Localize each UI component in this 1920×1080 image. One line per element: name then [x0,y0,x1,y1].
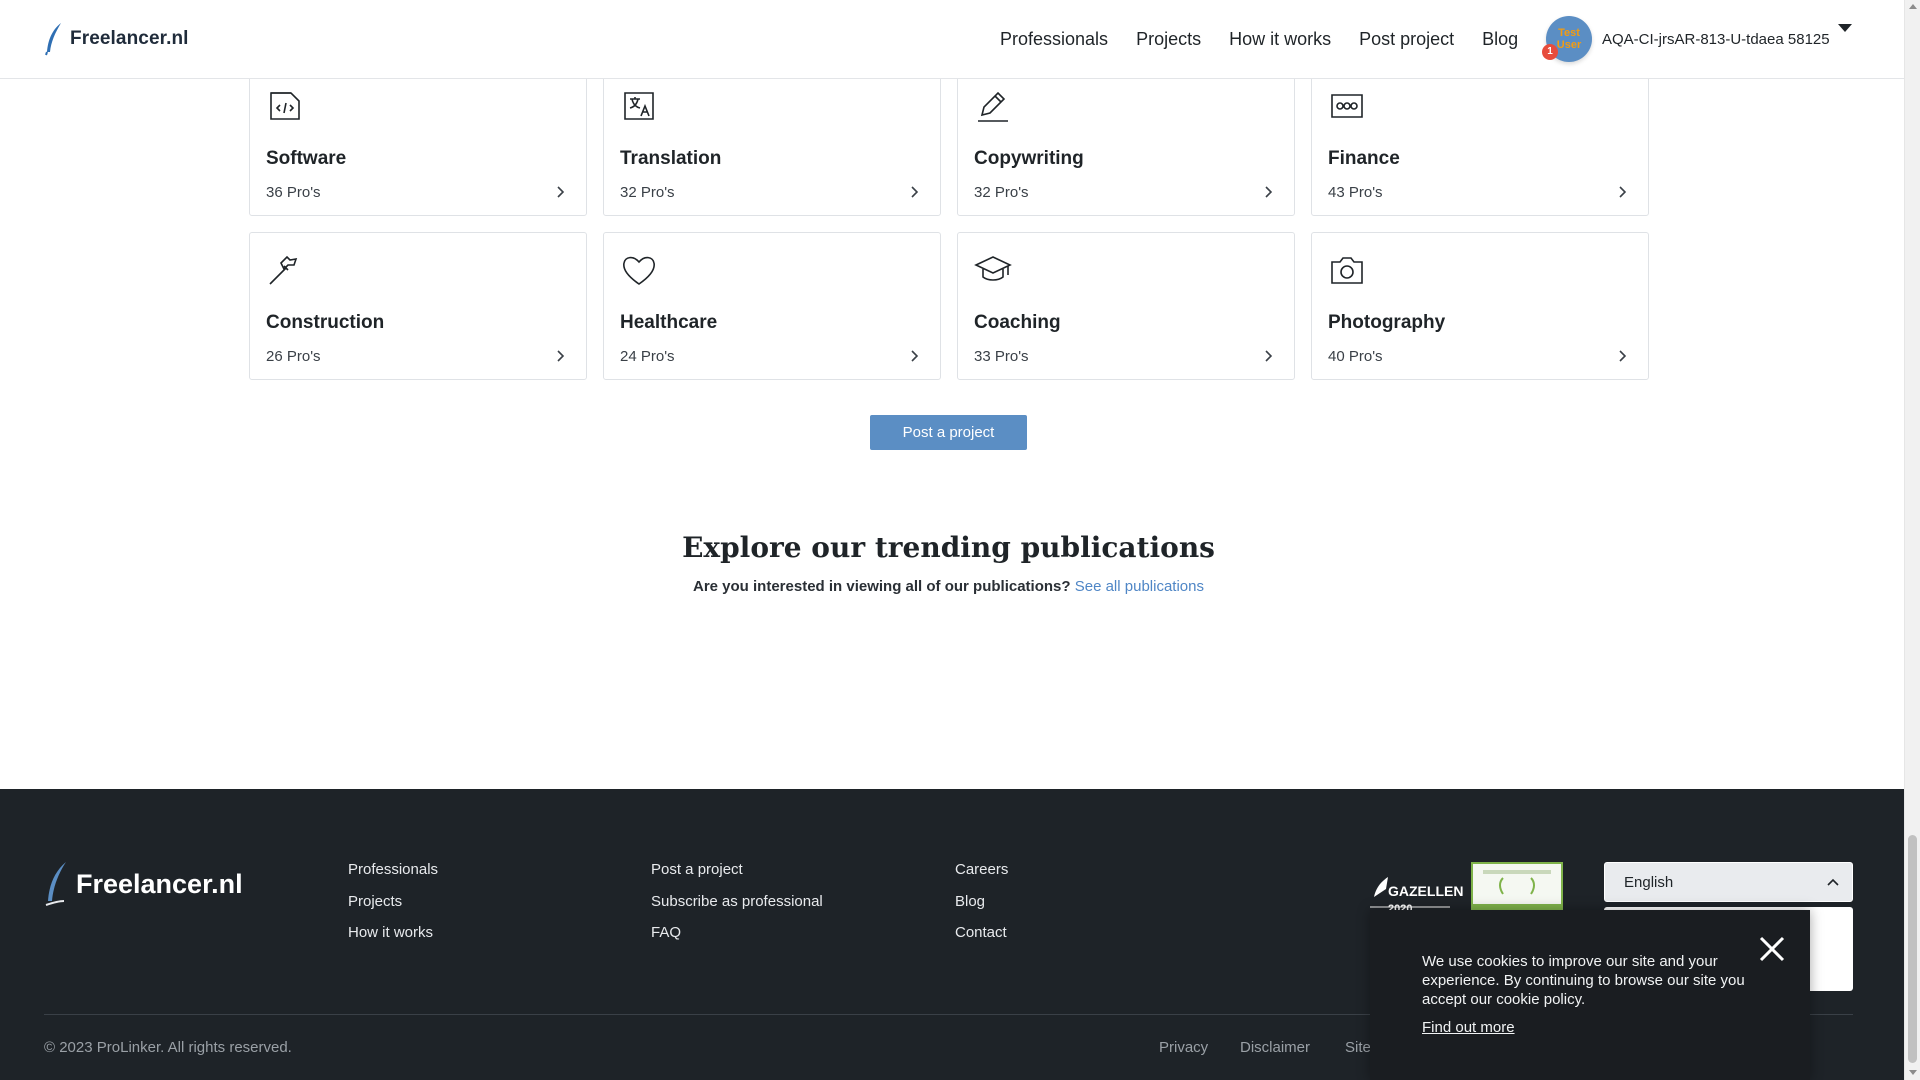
feather-logo-icon [45,23,61,56]
category-card-translation[interactable]: Translation 32 Pro's [603,68,941,216]
category-title: Copywriting [974,148,1084,169]
category-card-coaching[interactable]: Coaching 33 Pro's [957,232,1295,380]
footer-col-1: Professionals Projects How it works [348,861,438,956]
category-card-construction[interactable]: Construction 26 Pro's [249,232,587,380]
user-name: AQA-CI-jrsAR-813-U-tdaea 58125 [1602,30,1830,48]
category-title: Software [266,148,347,169]
translate-icon [624,92,654,120]
cookie-banner: We use cookies to improve our site and y… [1370,910,1810,1080]
laurel-icon [1473,870,1561,910]
feather-logo-icon [45,862,66,906]
footer-link-post-project[interactable]: Post a project [651,861,823,893]
vertical-scrollbar[interactable] [1904,0,1920,1080]
site-logo[interactable]: Freelancer.nl [44,20,189,58]
money-bill-icon [1331,94,1363,118]
close-icon[interactable] [1758,935,1786,963]
camera-icon [1331,257,1363,284]
footer-link-sitemap[interactable]: Site [1345,1039,1371,1056]
scroll-up-icon[interactable] [1909,4,1917,9]
scrollbar-thumb[interactable] [1908,835,1917,1063]
category-card-software[interactable]: Software 36 Pro's [249,68,587,216]
footer-col-3: Careers Blog Contact [955,861,1008,956]
language-value: English [1624,873,1674,891]
footer-link-contact[interactable]: Contact [955,924,1008,956]
scroll-down-icon[interactable] [1909,1070,1917,1075]
footer-logo-text: Freelancer.nl [76,868,243,899]
copyright: © 2023 ProLinker. All rights reserved. [44,1039,292,1056]
footer-link-subscribe[interactable]: Subscribe as professional [651,893,823,925]
avatar[interactable]: Test User 1 [1542,16,1592,62]
nav-projects[interactable]: Projects [1136,29,1201,50]
pencil-icon [978,91,1008,122]
cookie-text: We use cookies to improve our site and y… [1422,953,1745,1008]
nav-how-it-works[interactable]: How it works [1229,29,1331,50]
footer-link-privacy[interactable]: Privacy [1159,1039,1208,1056]
chevron-right-icon [1265,350,1273,362]
footer-link-projects[interactable]: Projects [348,893,438,925]
publications-title: Explore our trending publications [682,531,1215,564]
find-out-more-link[interactable]: Find out more [1422,1019,1515,1036]
category-card-copywriting[interactable]: Copywriting 32 Pro's [957,68,1295,216]
footer-logo[interactable]: Freelancer.nl [44,861,243,907]
hammer-icon [269,255,298,285]
category-card-photography[interactable]: Photography 40 Pro's [1311,232,1649,380]
category-title: Photography [1328,312,1446,333]
user-menu[interactable]: Test User 1 AQA-CI-jrsAR-813-U-tdaea 581… [1542,16,1852,62]
chevron-right-icon [1619,186,1627,198]
category-title: Finance [1328,148,1400,169]
certificate-award [1471,862,1563,912]
nav-blog[interactable]: Blog [1482,29,1518,50]
nav-professionals[interactable]: Professionals [1000,29,1108,50]
award-text: GAZELLEN [1388,883,1464,899]
heart-icon [623,256,655,285]
post-project-button[interactable]: Post a project [870,415,1027,450]
footer-link-careers[interactable]: Careers [955,861,1008,893]
graduation-cap-icon [974,256,1012,281]
see-all-publications-link[interactable]: See all publications [1075,578,1204,595]
category-title: Translation [620,148,722,169]
category-count: 40 Pro's [1328,348,1383,365]
category-title: Coaching [974,312,1061,333]
main-nav: Professionals Projects How it works Post… [1000,0,1546,79]
chevron-right-icon [557,350,565,362]
category-card-finance[interactable]: Finance 43 Pro's [1311,68,1649,216]
logo-text: Freelancer.nl [70,28,189,49]
code-file-icon [270,92,300,120]
category-count: 32 Pro's [974,184,1029,201]
footer-link-faq[interactable]: FAQ [651,924,823,956]
category-count: 33 Pro's [974,348,1029,365]
category-count: 32 Pro's [620,184,675,201]
category-count: 43 Pro's [1328,184,1383,201]
category-title: Construction [266,312,385,333]
caret-down-icon[interactable] [1838,24,1852,32]
chevron-right-icon [1265,186,1273,198]
footer-link-how-it-works[interactable]: How it works [348,924,438,956]
chevron-right-icon [557,186,565,198]
footer-link-professionals[interactable]: Professionals [348,861,438,893]
publications-subtitle: Are you interested in viewing all of our… [0,578,1897,595]
category-title: Healthcare [620,312,718,333]
category-count: 36 Pro's [266,184,321,201]
category-card-healthcare[interactable]: Healthcare 24 Pro's [603,232,941,380]
chevron-right-icon [911,186,919,198]
chevron-right-icon [1619,350,1627,362]
language-select[interactable]: English [1604,862,1853,902]
chevron-right-icon [911,350,919,362]
notification-badge[interactable]: 1 [1542,44,1558,60]
footer-link-blog[interactable]: Blog [955,893,1008,925]
chevron-up-icon [1827,878,1839,886]
footer-col-2: Post a project Subscribe as professional… [651,861,823,956]
nav-post-project[interactable]: Post project [1359,29,1454,50]
category-count: 24 Pro's [620,348,675,365]
footer-link-disclaimer[interactable]: Disclaimer [1240,1039,1310,1056]
publications-question: Are you interested in viewing all of our… [693,578,1071,595]
site-header: Freelancer.nl Professionals Projects How… [0,0,1904,79]
category-count: 26 Pro's [266,348,321,365]
